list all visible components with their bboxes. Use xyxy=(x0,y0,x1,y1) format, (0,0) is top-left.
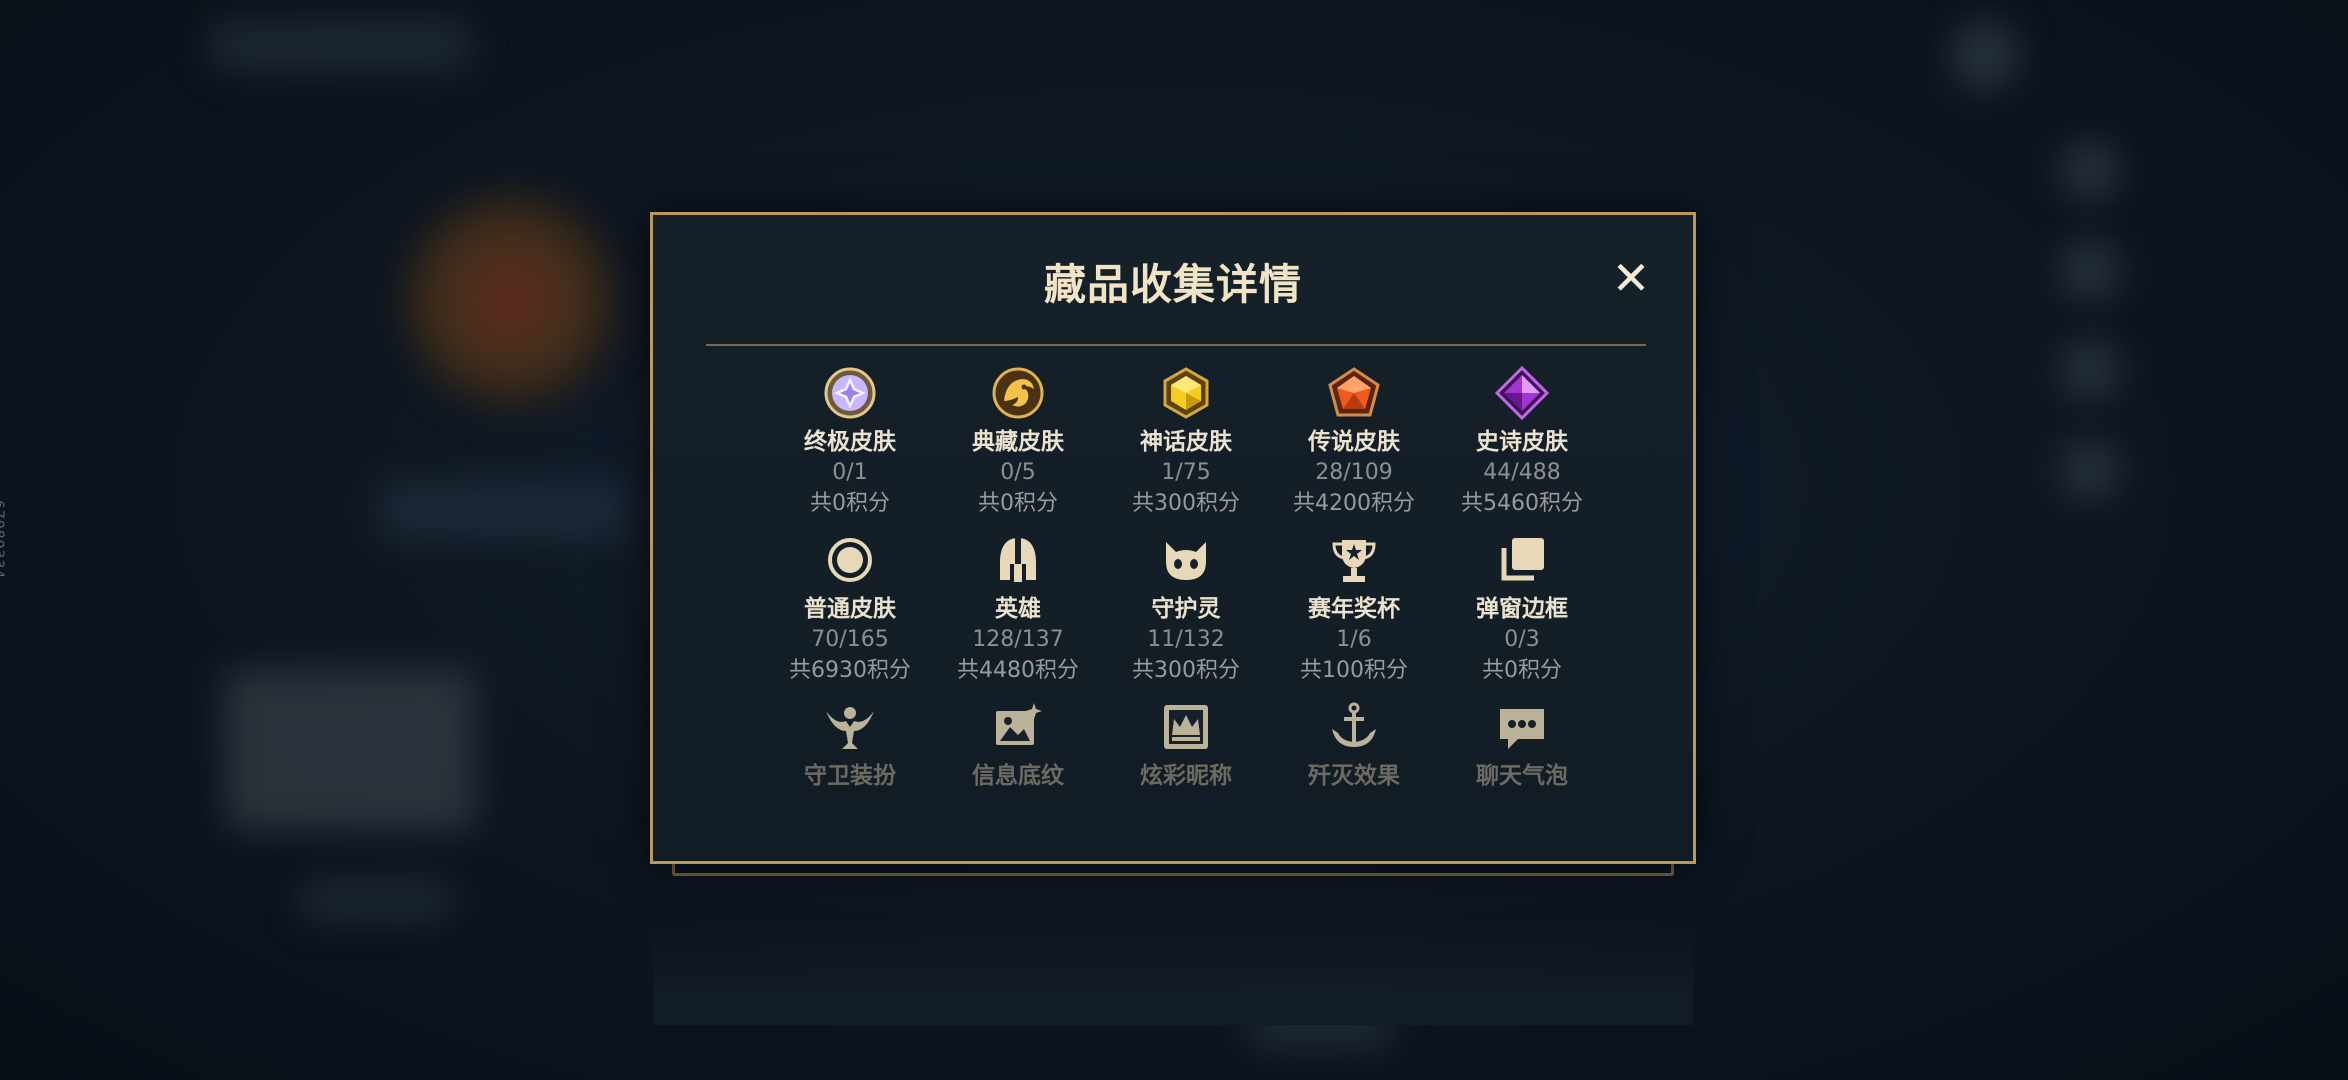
collection-item[interactable]: 英雄 128/137 共4480积分 xyxy=(934,532,1102,699)
item-count: 28/109 xyxy=(1315,460,1393,485)
ward-skin-icon xyxy=(822,699,878,755)
item-label: 英雄 xyxy=(995,596,1041,622)
blurred-name-bar xyxy=(380,480,630,540)
item-points: 共0积分 xyxy=(810,491,890,516)
side-id-text: 67080334 xyxy=(0,500,6,580)
blurred-label xyxy=(300,880,450,920)
helmet-icon xyxy=(990,532,1046,588)
item-label: 歼灭效果 xyxy=(1308,763,1400,789)
item-points: 共0积分 xyxy=(978,491,1058,516)
item-count: 0/1 xyxy=(832,460,868,485)
item-label: 弹窗边框 xyxy=(1476,596,1568,622)
collection-item[interactable]: 神话皮肤 1/75 共300积分 xyxy=(1102,365,1270,532)
ultimate-gem-icon xyxy=(822,365,878,421)
circle-icon xyxy=(822,532,878,588)
mythic-gem-icon xyxy=(1158,365,1214,421)
item-points: 共300积分 xyxy=(1132,491,1240,516)
collection-dragon-icon xyxy=(990,365,1046,421)
banner-pattern-icon xyxy=(990,699,1046,755)
collection-item[interactable]: 史诗皮肤 44/488 共5460积分 xyxy=(1438,365,1606,532)
close-button[interactable]: ✕ xyxy=(1606,253,1656,303)
collection-item[interactable]: 歼灭效果 xyxy=(1270,699,1438,866)
blurred-button xyxy=(1950,20,2020,90)
item-label: 神话皮肤 xyxy=(1140,429,1232,455)
item-count: 128/137 xyxy=(972,627,1064,652)
scroll-fade xyxy=(653,925,1693,1025)
item-points: 共4480积分 xyxy=(957,658,1079,683)
item-count: 11/132 xyxy=(1147,627,1225,652)
collection-item[interactable]: 终极皮肤 0/1 共0积分 xyxy=(766,365,934,532)
blurred-top-bar xyxy=(210,20,470,70)
collection-grid: 终极皮肤 0/1 共0积分 典藏皮肤 0/5 共0积分 神话皮肤 1/75 共300积分 传说皮肤… xyxy=(766,365,1606,866)
item-count: 70/165 xyxy=(811,627,889,652)
anchor-icon xyxy=(1326,699,1382,755)
chat-bubble-icon xyxy=(1494,699,1550,755)
item-label: 典藏皮肤 xyxy=(972,429,1064,455)
collection-item[interactable]: 守卫装扮 xyxy=(766,699,934,866)
collection-item[interactable]: 聊天气泡 xyxy=(1438,699,1606,866)
item-label: 赛年奖杯 xyxy=(1308,596,1400,622)
blurred-avatar xyxy=(400,190,620,410)
trophy-icon xyxy=(1326,532,1382,588)
item-label: 守卫装扮 xyxy=(804,763,896,789)
item-label: 炫彩昵称 xyxy=(1140,763,1232,789)
epic-gem-icon xyxy=(1494,365,1550,421)
companion-face-icon xyxy=(1158,532,1214,588)
blurred-side-button xyxy=(2060,240,2120,300)
item-label: 传说皮肤 xyxy=(1308,429,1400,455)
item-count: 0/5 xyxy=(1000,460,1036,485)
crown-nameplate-icon xyxy=(1158,699,1214,755)
modal-title: 藏品收集详情 xyxy=(1043,260,1302,309)
item-points: 共300积分 xyxy=(1132,658,1240,683)
item-count: 1/75 xyxy=(1161,460,1211,485)
collection-item[interactable]: 传说皮肤 28/109 共4200积分 xyxy=(1270,365,1438,532)
item-points: 共0积分 xyxy=(1482,658,1562,683)
item-points: 共5460积分 xyxy=(1461,491,1583,516)
title-divider xyxy=(706,344,1646,346)
blurred-side-button xyxy=(2060,340,2120,400)
item-label: 守护灵 xyxy=(1151,596,1221,622)
collection-item[interactable]: 普通皮肤 70/165 共6930积分 xyxy=(766,532,934,699)
item-count: 44/488 xyxy=(1483,460,1561,485)
collection-item[interactable]: 典藏皮肤 0/5 共0积分 xyxy=(934,365,1102,532)
legendary-gem-icon xyxy=(1326,365,1382,421)
collection-details-modal: 藏品收集详情 ✕ 终极皮肤 0/1 共0积分 典藏皮肤 0/5 共0积分 神话皮肤 1/75 共… xyxy=(650,212,1696,1025)
collection-item[interactable]: 弹窗边框 0/3 共0积分 xyxy=(1438,532,1606,699)
item-label: 聊天气泡 xyxy=(1476,763,1568,789)
collection-item[interactable]: 赛年奖杯 1/6 共100积分 xyxy=(1270,532,1438,699)
collection-item[interactable]: 信息底纹 xyxy=(934,699,1102,866)
collection-grid-scroll[interactable]: 终极皮肤 0/1 共0积分 典藏皮肤 0/5 共0积分 神话皮肤 1/75 共300积分 传说皮肤… xyxy=(653,365,1693,1025)
item-label: 信息底纹 xyxy=(972,763,1064,789)
collection-item[interactable]: 守护灵 11/132 共300积分 xyxy=(1102,532,1270,699)
item-points: 共4200积分 xyxy=(1293,491,1415,516)
item-count: 1/6 xyxy=(1336,627,1372,652)
blurred-card xyxy=(225,670,475,830)
item-count: 0/3 xyxy=(1504,627,1540,652)
stacked-frames-icon xyxy=(1494,532,1550,588)
blurred-side-button xyxy=(2060,440,2120,500)
item-points: 共100积分 xyxy=(1300,658,1408,683)
item-label: 史诗皮肤 xyxy=(1476,429,1568,455)
item-label: 普通皮肤 xyxy=(804,596,896,622)
blurred-side-button xyxy=(2060,140,2120,200)
item-label: 终极皮肤 xyxy=(804,429,896,455)
collection-item[interactable]: 炫彩昵称 xyxy=(1102,699,1270,866)
item-points: 共6930积分 xyxy=(789,658,911,683)
